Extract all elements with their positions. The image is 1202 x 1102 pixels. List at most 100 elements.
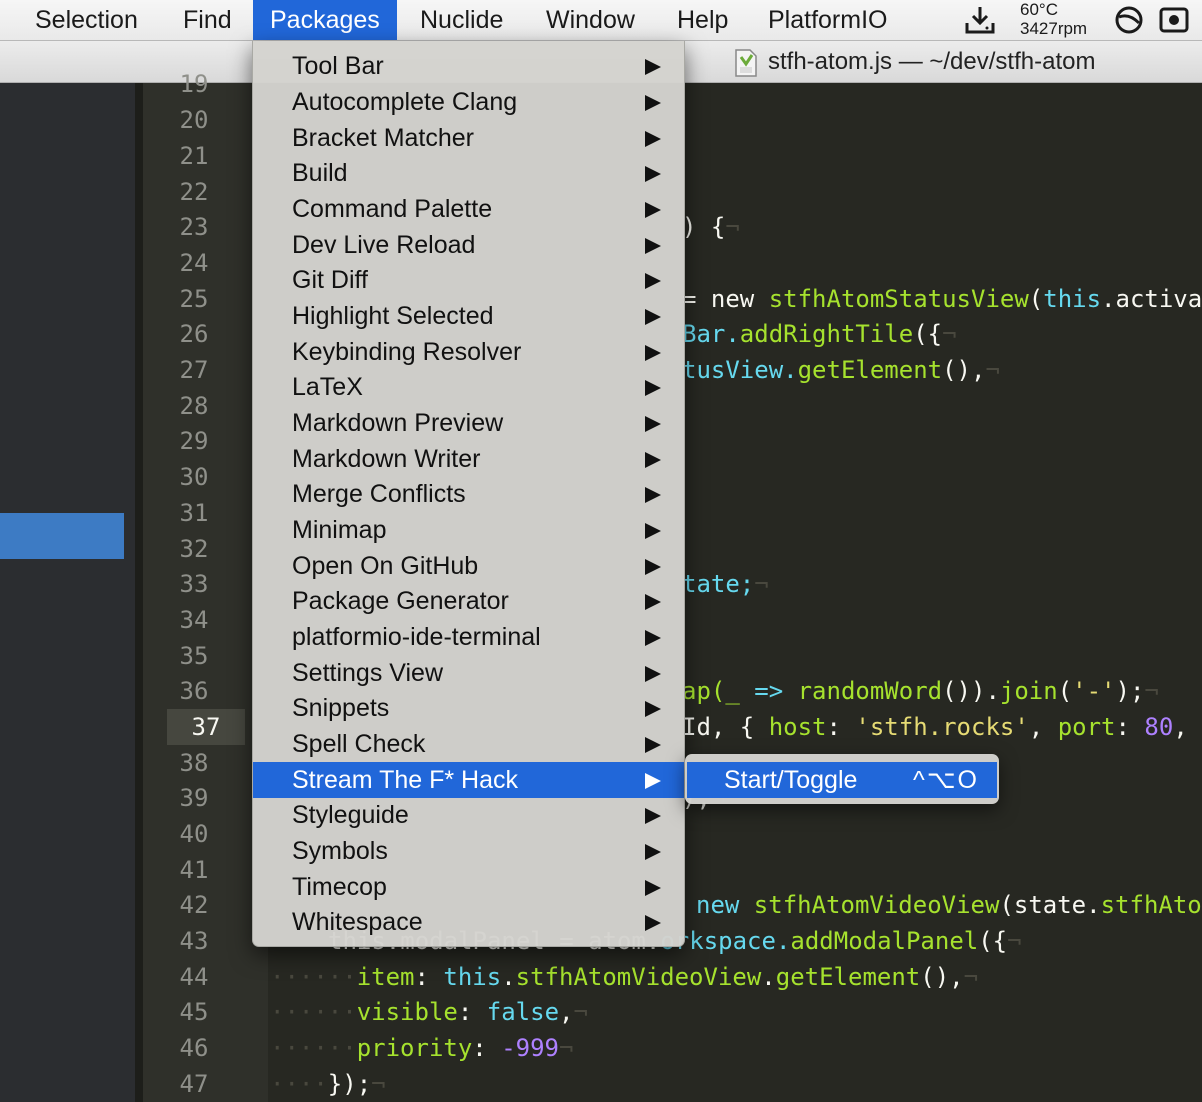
- menu-item-spell-check[interactable]: Spell Check: [253, 726, 684, 762]
- code-line[interactable]: ······priority: -999¬: [270, 1030, 573, 1066]
- tree-view-sidebar[interactable]: [0, 83, 135, 1102]
- line-number: 44: [179, 963, 209, 991]
- submenu-arrow-icon: [645, 523, 661, 539]
- code-line[interactable]: Bar.addRightTile({¬: [682, 316, 957, 352]
- line-number: 22: [179, 178, 209, 206]
- submenu-arrow-icon: [645, 202, 661, 218]
- current-line-number: 37: [167, 709, 245, 745]
- code-line[interactable]: Id, { host: 'stfh.rocks', port: 80,: [682, 709, 1188, 745]
- menu-item-styleguide[interactable]: Styleguide: [253, 797, 684, 833]
- record-icon[interactable]: [1158, 0, 1190, 40]
- fan-icon[interactable]: [1114, 0, 1144, 40]
- line-number: 39: [179, 784, 209, 812]
- menu-bar: Selection Find Packages Nuclide Window H…: [0, 0, 1202, 41]
- submenu-arrow-icon: [645, 701, 661, 717]
- stream-hack-submenu: Start/Toggle ^⌥O: [685, 754, 999, 804]
- line-number: 31: [179, 499, 209, 527]
- submenu-arrow-icon: [645, 915, 661, 931]
- submenu-arrow-icon: [645, 594, 661, 610]
- menu-window[interactable]: Window: [529, 0, 652, 40]
- line-number: 23: [179, 213, 209, 241]
- menu-item-merge-conflicts[interactable]: Merge Conflicts: [253, 476, 684, 512]
- line-number-gutter: 19 20 21 22 23 24 25 26 27 28 29 30 31 3…: [143, 70, 268, 1102]
- submenu-arrow-icon: [645, 95, 661, 111]
- line-number: 29: [179, 427, 209, 455]
- submenu-arrow-icon: [645, 773, 661, 789]
- panel-divider[interactable]: [135, 83, 143, 1102]
- menu-item-bracket-matcher[interactable]: Bracket Matcher: [253, 120, 684, 156]
- menu-item-symbols[interactable]: Symbols: [253, 833, 684, 869]
- line-number: 35: [179, 642, 209, 670]
- submenu-arrow-icon: [645, 380, 661, 396]
- menu-item-keybinding-resolver[interactable]: Keybinding Resolver: [253, 334, 684, 370]
- menu-help[interactable]: Help: [660, 0, 745, 40]
- menu-item-open-on-github[interactable]: Open On GitHub: [253, 548, 684, 584]
- submenu-item-start-toggle[interactable]: Start/Toggle ^⌥O: [687, 762, 997, 798]
- menu-item-settings-view[interactable]: Settings View: [253, 655, 684, 691]
- menu-item-package-generator[interactable]: Package Generator: [253, 583, 684, 619]
- menu-item-markdown-preview[interactable]: Markdown Preview: [253, 405, 684, 441]
- menu-item-platformio-ide-terminal[interactable]: platformio-ide-terminal: [253, 619, 684, 655]
- submenu-arrow-icon: [645, 59, 661, 75]
- download-icon[interactable]: [964, 0, 996, 40]
- menu-item-timecop[interactable]: Timecop: [253, 869, 684, 905]
- menu-item-highlight-selected[interactable]: Highlight Selected: [253, 298, 684, 334]
- submenu-arrow-icon: [645, 273, 661, 289]
- submenu-arrow-icon: [645, 737, 661, 753]
- temperature-readout[interactable]: 60°C 3427rpm: [1020, 0, 1100, 40]
- line-number: 45: [179, 998, 209, 1026]
- code-line[interactable]: new stfhAtomVideoView(state.stfhAto: [696, 887, 1202, 923]
- line-number: 40: [179, 820, 209, 848]
- line-number: 24: [179, 249, 209, 277]
- submenu-arrow-icon: [645, 844, 661, 860]
- fan-speed-value: 3427rpm: [1020, 19, 1088, 38]
- js-file-icon: [734, 49, 758, 82]
- menu-item-latex[interactable]: LaTeX: [253, 369, 684, 405]
- code-line[interactable]: tusView.getElement(),¬: [682, 352, 1000, 388]
- packages-menu: Tool Bar Autocomplete Clang Bracket Matc…: [252, 41, 685, 947]
- line-number: 38: [179, 749, 209, 777]
- menu-selection[interactable]: Selection: [18, 0, 155, 40]
- menu-platformio[interactable]: PlatformIO: [751, 0, 904, 40]
- line-number: 33: [179, 570, 209, 598]
- menu-item-markdown-writer[interactable]: Markdown Writer: [253, 441, 684, 477]
- menu-packages[interactable]: Packages: [253, 0, 397, 40]
- menu-item-command-palette[interactable]: Command Palette: [253, 191, 684, 227]
- menu-item-tool-bar[interactable]: Tool Bar: [253, 48, 684, 84]
- menu-item-build[interactable]: Build: [253, 155, 684, 191]
- line-number: 21: [179, 142, 209, 170]
- line-number: 28: [179, 392, 209, 420]
- menu-item-minimap[interactable]: Minimap: [253, 512, 684, 548]
- menu-nuclide[interactable]: Nuclide: [403, 0, 520, 40]
- line-number: 43: [179, 927, 209, 955]
- code-line[interactable]: ······item: this.stfhAtomVideoView.getEl…: [270, 959, 978, 995]
- code-line[interactable]: = new stfhAtomStatusView(this.activa: [682, 281, 1202, 317]
- code-line[interactable]: ap(_ => randomWord()).join('-');¬: [682, 673, 1159, 709]
- menu-item-autocomplete-clang[interactable]: Autocomplete Clang: [253, 84, 684, 120]
- submenu-arrow-icon: [645, 416, 661, 432]
- selected-tree-item[interactable]: [0, 513, 124, 559]
- code-line[interactable]: ······visible: false,¬: [270, 994, 588, 1030]
- line-number: 30: [179, 463, 209, 491]
- code-line[interactable]: tate;¬: [682, 566, 769, 602]
- submenu-arrow-icon: [645, 487, 661, 503]
- line-number: 25: [179, 285, 209, 313]
- menu-item-git-diff[interactable]: Git Diff: [253, 262, 684, 298]
- submenu-item-label: Start/Toggle: [724, 766, 858, 794]
- submenu-arrow-icon: [645, 345, 661, 361]
- submenu-arrow-icon: [645, 238, 661, 254]
- window-title: stfh-atom.js — ~/dev/stfh-atom: [768, 48, 1096, 75]
- keyboard-shortcut: ^⌥O: [913, 766, 979, 794]
- menu-item-stream-the-hack[interactable]: Stream The F* Hack: [253, 762, 684, 798]
- line-number: 34: [179, 606, 209, 634]
- code-line[interactable]: ) {¬: [682, 209, 740, 245]
- submenu-arrow-icon: [645, 666, 661, 682]
- line-number: 36: [179, 677, 209, 705]
- menu-find[interactable]: Find: [166, 0, 249, 40]
- temperature-value: 60°C: [1020, 0, 1058, 19]
- code-line[interactable]: ····});¬: [270, 1066, 386, 1102]
- menu-item-dev-live-reload[interactable]: Dev Live Reload: [253, 227, 684, 263]
- menu-item-snippets[interactable]: Snippets: [253, 690, 684, 726]
- menu-item-whitespace[interactable]: Whitespace: [253, 904, 684, 940]
- line-number: 46: [179, 1034, 209, 1062]
